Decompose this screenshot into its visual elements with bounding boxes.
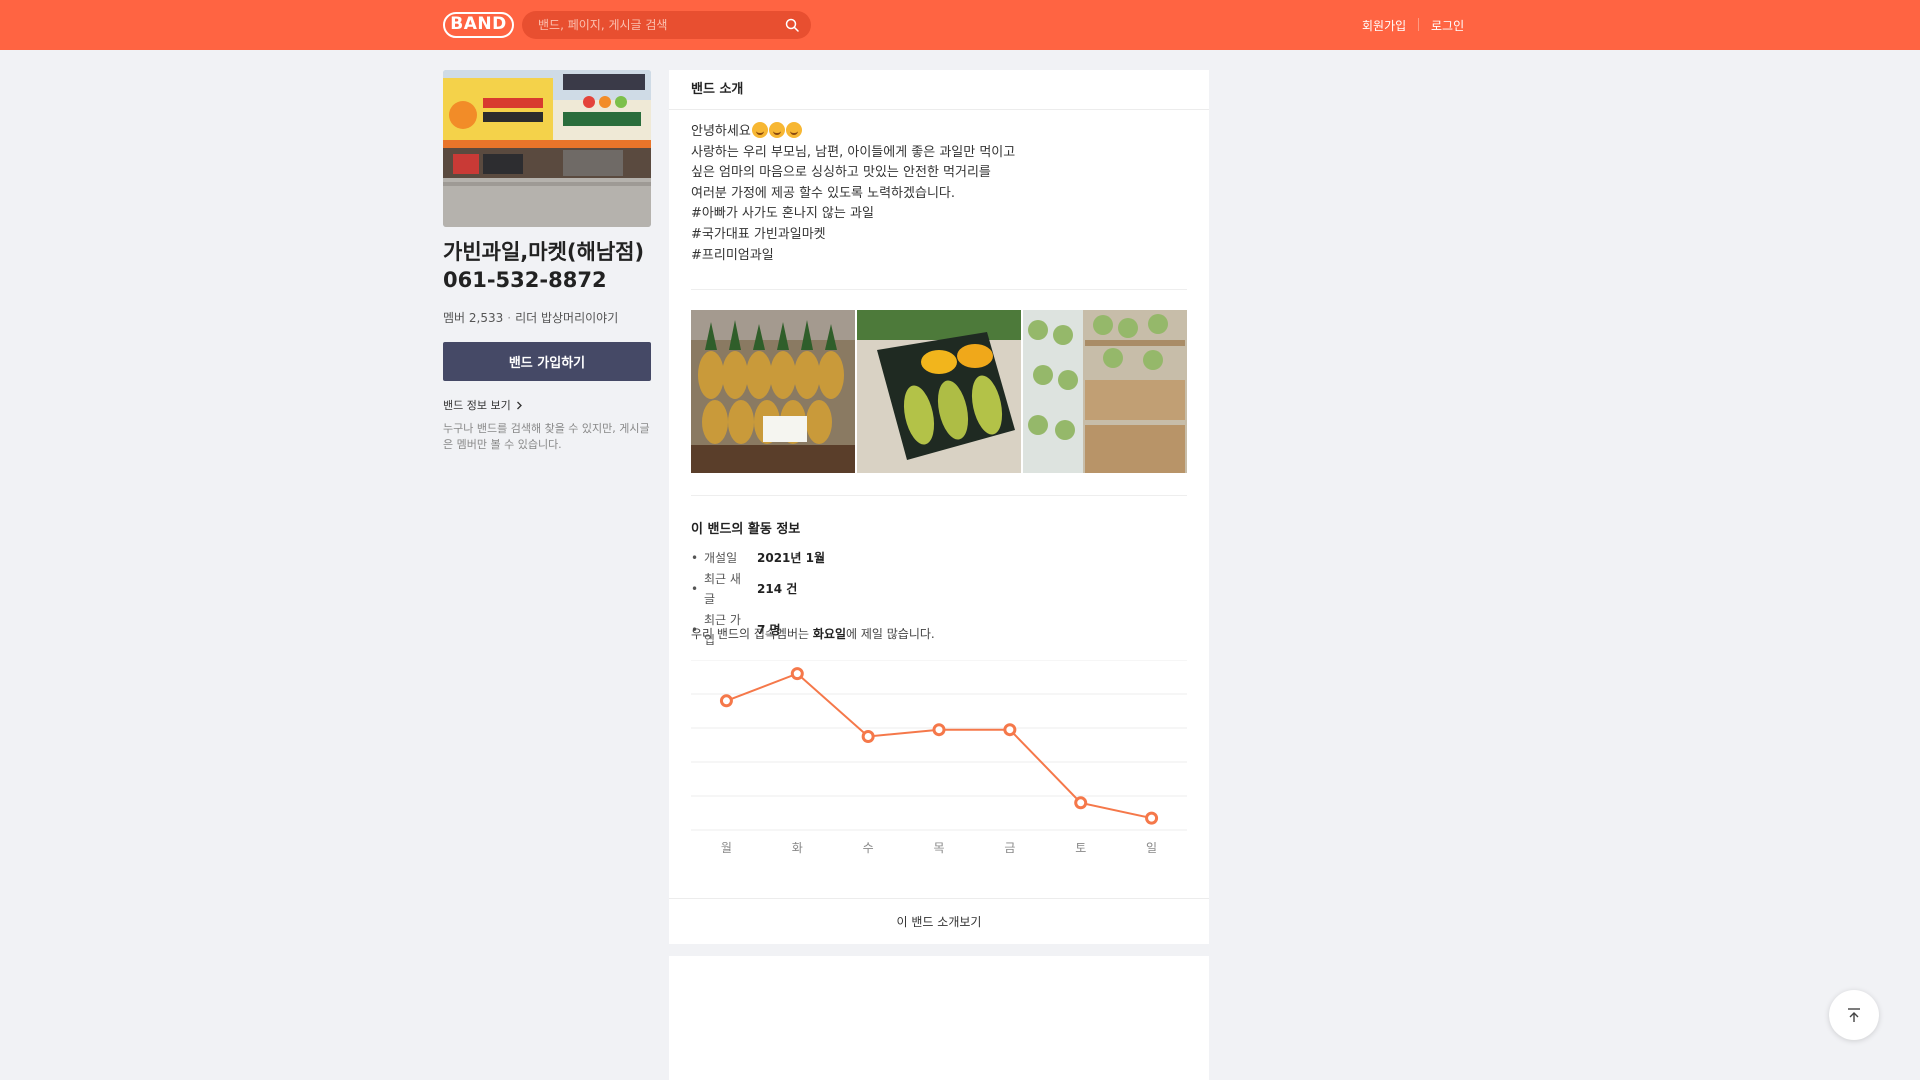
section-divider <box>691 289 1187 290</box>
chevron-right-icon <box>517 401 523 410</box>
chart-x-tick-label: 토 <box>1075 841 1086 855</box>
intro-line: #프리미엄과일 <box>691 247 774 263</box>
photo-pineapples[interactable] <box>691 310 855 473</box>
chart-x-tick-label: 일 <box>1146 841 1157 855</box>
more-intro-link[interactable]: 이 밴드 소개보기 <box>669 898 1209 944</box>
intro-line: 안녕하세요 <box>691 124 751 139</box>
band-info-label: 밴드 정보 보기 <box>443 399 511 412</box>
photo-grape-boxes[interactable] <box>1023 310 1187 473</box>
stat-value: 214 건 <box>757 581 798 596</box>
leader-name: 리더 밥상머리이야기 <box>515 311 619 325</box>
intro-text: 안녕하세요 사랑하는 우리 부모님, 남편, 아이들에게 좋은 과일만 먹이고 … <box>691 122 1187 266</box>
activity-title: 이 밴드의 활동 정보 <box>691 522 801 537</box>
intro-line: #아빠가 사가도 혼나지 않는 과일 <box>691 206 874 222</box>
stat-value: 2021년 1월 <box>757 551 826 565</box>
secondary-card <box>669 956 1209 1080</box>
band-intro-card: 밴드 소개 안녕하세요 사랑하는 우리 부모님, 남편, 아이들에게 좋은 과일… <box>669 70 1209 944</box>
weekday-activity-chart: 월화수목금토일 <box>691 660 1187 855</box>
scroll-top-button[interactable] <box>1829 990 1879 1040</box>
top-bar: BAND 회원가입 로그인 <box>0 0 1920 50</box>
join-band-button[interactable]: 밴드 가입하기 <box>443 342 651 381</box>
activity-summary: 우리 밴드의 접속멤버는 화요일에 제일 많습니다. <box>691 625 935 642</box>
intro-line: 여러분 가정에 제공 할수 있도록 노력하겠습니다. <box>691 185 955 201</box>
summary-peak-day: 화요일 <box>812 627 846 641</box>
intro-line: 사랑하는 우리 부모님, 남편, 아이들에게 좋은 과일만 먹이고 <box>691 144 1016 160</box>
stat-label: 개설일 <box>704 551 738 565</box>
chart-point <box>932 723 946 737</box>
band-info-link[interactable]: 밴드 정보 보기 <box>443 397 523 413</box>
smile-emoji-icon <box>768 122 785 138</box>
smile-emoji-icon <box>751 122 768 138</box>
chart-x-tick-label: 월 <box>721 841 732 855</box>
signup-link[interactable]: 회원가입 <box>1362 17 1406 34</box>
meta-separator: · <box>507 311 512 325</box>
privacy-description: 누구나 밴드를 검색해 찾을 수 있지만, 게시글은 멤버만 볼 수 있습니다. <box>443 422 650 451</box>
intro-line: #국가대표 가빈과일마켓 <box>691 226 826 242</box>
arrow-up-icon <box>1848 1008 1860 1022</box>
chart-x-tick-label: 수 <box>863 841 874 855</box>
band-cover-image <box>443 70 651 227</box>
search-input[interactable] <box>538 11 778 39</box>
band-title: 가빈과일,마켓(해남점) 061-532-8872 <box>443 238 663 294</box>
intro-line: 싶은 엄마의 마음으로 싱싱하고 맛있는 안전한 먹거리를 <box>691 165 991 181</box>
chart-point <box>1003 723 1017 737</box>
photo-strip <box>691 310 1187 473</box>
band-name: 가빈과일,마켓(해남점) <box>443 240 645 264</box>
section-divider <box>691 495 1187 496</box>
stat-row: • 개설일 2021년 1월 <box>691 548 825 569</box>
photo-mango-grapes[interactable] <box>857 310 1021 473</box>
chart-point <box>861 730 875 743</box>
member-count: 멤버 2,533 <box>443 311 504 325</box>
summary-text: 우리 밴드의 접속멤버는 <box>691 627 813 641</box>
chart-point <box>719 694 733 708</box>
chart-point <box>1074 796 1088 810</box>
band-phone: 061-532-8872 <box>443 268 607 292</box>
smile-emoji-icon <box>785 122 802 138</box>
stat-label: 최근 새글 <box>704 571 741 607</box>
band-meta: 멤버 2,533 · 리더 밥상머리이야기 <box>443 309 618 326</box>
chart-x-tick-label: 금 <box>1004 841 1015 855</box>
chart-x-tick-label: 화 <box>792 841 803 855</box>
nav-divider <box>1418 18 1419 31</box>
band-logo[interactable]: BAND <box>443 12 514 38</box>
chart-x-tick-label: 목 <box>933 841 944 855</box>
summary-text: 에 제일 많습니다. <box>845 627 935 641</box>
intro-heading: 밴드 소개 <box>669 70 1209 110</box>
chart-point <box>1145 811 1159 825</box>
login-link[interactable]: 로그인 <box>1431 17 1464 34</box>
search-box[interactable] <box>522 11 811 39</box>
search-icon[interactable] <box>785 18 799 32</box>
chart-point <box>790 667 804 681</box>
stat-row: • 최근 새글 214 건 <box>691 569 825 610</box>
